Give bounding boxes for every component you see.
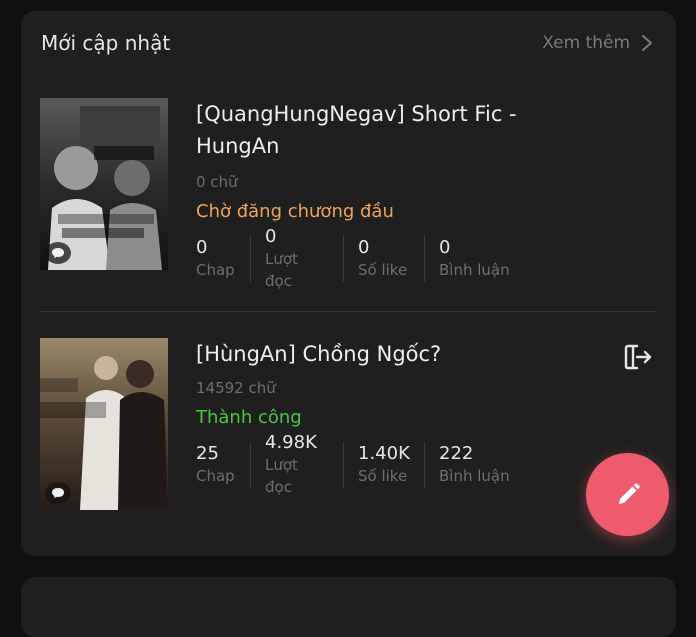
stat-label: Chap [196, 261, 235, 279]
stat-likes: 0 Số like [343, 236, 424, 282]
section-title: Mới cập nhật [41, 31, 171, 55]
divider [40, 311, 657, 312]
status-label: Thành công [196, 407, 302, 428]
write-fab-button[interactable] [586, 453, 669, 536]
story-stats: 0 Chap 0 Lượt đọc 0 Số like 0 Bình luận [196, 226, 657, 290]
stat-label: Bình luận [439, 467, 510, 485]
comment-bubble-icon [45, 242, 71, 264]
see-more-label: Xem thêm [542, 33, 630, 53]
story-item[interactable]: [QuangHungNegav] Short Fic - HungAn 0 ch… [40, 98, 657, 290]
stat-value: 0 [439, 237, 451, 258]
status-label: Chờ đăng chương đầu [196, 201, 394, 222]
word-count: 14592 chữ [196, 379, 276, 397]
stat-reads: 0 Lượt đọc [250, 226, 343, 290]
exit-icon[interactable] [623, 342, 653, 372]
stat-value: 0 [265, 226, 277, 247]
stat-value: 0 [196, 237, 208, 258]
stat-label: Lượt đọc [265, 456, 298, 496]
stat-value: 4.98K [265, 432, 317, 453]
stat-chap: 25 Chap [196, 442, 250, 488]
stat-value: 25 [196, 443, 219, 464]
stat-chap: 0 Chap [196, 236, 250, 282]
stat-comments: 0 Bình luận [424, 236, 534, 282]
stat-comments: 222 Bình luận [424, 442, 534, 488]
stat-value: 222 [439, 443, 474, 464]
see-more-link[interactable]: Xem thêm [542, 33, 654, 53]
story-cover-image[interactable] [40, 338, 168, 510]
stat-label: Chap [196, 467, 235, 485]
comment-bubble-icon [45, 482, 71, 504]
stat-label: Lượt đọc [265, 250, 298, 290]
stat-likes: 1.40K Số like [343, 442, 424, 488]
stat-reads: 4.98K Lượt đọc [250, 432, 343, 496]
stat-value: 0 [358, 237, 370, 258]
recent-updates-card: Mới cập nhật Xem thêm [QuangHungNegav] S… [21, 11, 676, 556]
chevron-right-icon [642, 35, 652, 51]
stat-label: Bình luận [439, 261, 510, 279]
story-title[interactable]: [QuangHungNegav] Short Fic - HungAn [196, 98, 556, 162]
story-title[interactable]: [HùngAn] Chồng Ngốc? [196, 338, 556, 370]
stat-value: 1.40K [358, 443, 410, 464]
pencil-icon [618, 482, 640, 504]
story-item[interactable]: [HùngAn] Chồng Ngốc? 14592 chữ Thành côn… [40, 338, 657, 510]
story-cover-image[interactable] [40, 98, 168, 270]
word-count: 0 chữ [196, 173, 238, 191]
stat-label: Số like [358, 261, 408, 279]
next-section-card [21, 577, 676, 637]
stat-label: Số like [358, 467, 408, 485]
